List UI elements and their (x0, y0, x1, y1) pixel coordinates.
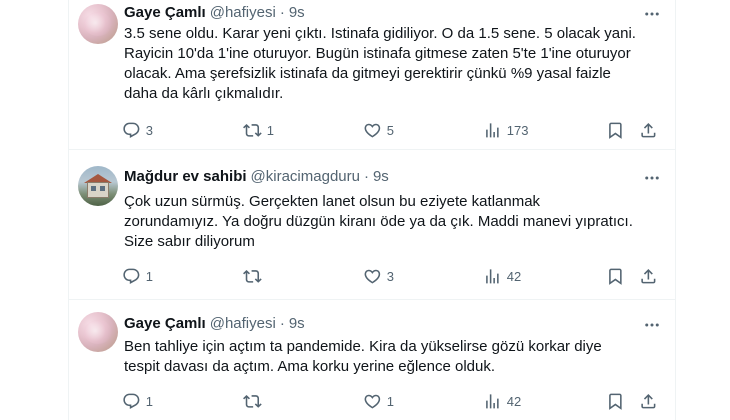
avatar[interactable] (78, 4, 118, 44)
reply-button[interactable]: 3 (122, 121, 153, 140)
like-button[interactable]: 5 (363, 121, 394, 140)
views-chart-icon (486, 123, 499, 138)
user-handle[interactable]: @kiracimagduru (251, 168, 360, 185)
tweet-header: Gaye Çamlı @hafiyesi · 9s (124, 4, 305, 21)
display-name[interactable]: Gaye Çamlı (124, 315, 206, 332)
bookmark-button[interactable] (606, 267, 625, 286)
tweet-actions: 1 1 42 (118, 392, 666, 412)
tweet-header: Mağdur ev sahibi @kiracimagduru · 9s (124, 168, 389, 185)
more-icon[interactable] (642, 315, 662, 335)
reply-icon (123, 122, 140, 138)
retweet-button[interactable] (243, 267, 267, 286)
user-handle[interactable]: @hafiyesi (210, 315, 276, 332)
reply-icon (123, 268, 140, 284)
bookmark-button[interactable] (606, 121, 625, 140)
tweet-actions: 1 3 42 (118, 267, 666, 287)
reply-count: 3 (145, 122, 153, 138)
tweet-actions: 3 1 5 173 (118, 121, 666, 141)
retweet-button[interactable]: 1 (243, 121, 274, 140)
house-window (100, 186, 105, 191)
avatar[interactable] (78, 166, 118, 206)
tweet[interactable]: Gaye Çamlı @hafiyesi · 9s Ben tahliye iç… (68, 300, 676, 420)
tweet-text-line: zorundamıyız. Ya doğru düzgün kiranı öde… (124, 213, 633, 230)
bookmark-icon (609, 122, 622, 139)
share-icon (641, 269, 656, 284)
tweet-header: Gaye Çamlı @hafiyesi · 9s (124, 315, 305, 332)
tweet-text-line: Ben tahliye için açtım ta pandemide. Kir… (124, 338, 602, 355)
views-count: 173 (506, 122, 529, 138)
tweet-text-line: Çok uzun sürmüş. Gerçekten lanet olsun b… (124, 193, 541, 210)
display-name[interactable]: Gaye Çamlı (124, 4, 206, 21)
user-handle[interactable]: @hafiyesi (210, 4, 276, 21)
timestamp[interactable]: 9s (289, 315, 305, 332)
like-button[interactable]: 1 (363, 392, 394, 411)
retweet-button[interactable] (243, 392, 267, 411)
share-icon (641, 394, 656, 409)
tweet-text-line: olacak. Ama şerefsizlik istinafa da gitm… (124, 65, 611, 82)
heart-icon (364, 269, 381, 284)
display-name[interactable]: Mağdur ev sahibi (124, 168, 247, 185)
bookmark-icon (609, 393, 622, 410)
like-count: 1 (386, 393, 394, 409)
share-button[interactable] (639, 267, 658, 286)
views-chart-icon (486, 394, 499, 409)
share-button[interactable] (639, 392, 658, 411)
separator-dot: · (279, 4, 285, 21)
views-button[interactable]: 42 (483, 392, 521, 411)
timestamp[interactable]: 9s (373, 168, 389, 185)
tweet-text-line: 3.5 sene oldu. Karar yeni çıktı. Istinaf… (124, 25, 636, 42)
share-button[interactable] (639, 121, 658, 140)
avatar[interactable] (78, 312, 118, 352)
retweet-icon (243, 124, 262, 137)
reply-count: 1 (145, 268, 153, 284)
reply-icon (123, 393, 140, 409)
tweet-text: 3.5 sene oldu. Karar yeni çıktı. Istinaf… (124, 24, 664, 104)
more-icon[interactable] (642, 4, 662, 24)
tweet-text-line: Size sabır diliyorum (124, 233, 255, 250)
separator-dot: · (363, 168, 369, 185)
views-count: 42 (506, 393, 522, 409)
tweet-text: Ben tahliye için açtım ta pandemide. Kir… (124, 337, 664, 377)
tweet-text-line: Rayicin 10'da 1'ine oturuyor. Bugün isti… (124, 45, 631, 62)
house-window (91, 186, 96, 191)
tweet[interactable]: Gaye Çamlı @hafiyesi · 9s 3.5 sene oldu.… (68, 0, 676, 150)
separator-dot: · (279, 315, 285, 332)
bookmark-button[interactable] (606, 392, 625, 411)
tweet-text-line: tespit davası da açtım. Ama korku yerine… (124, 358, 496, 375)
more-icon[interactable] (642, 168, 662, 188)
retweet-count: 1 (266, 122, 274, 138)
timestamp[interactable]: 9s (289, 4, 305, 21)
tweet[interactable]: Mağdur ev sahibi @kiracimagduru · 9s Çok… (68, 150, 676, 300)
retweet-icon (243, 395, 262, 408)
like-count: 5 (386, 122, 394, 138)
heart-icon (364, 394, 381, 409)
like-count: 3 (386, 268, 394, 284)
views-button[interactable]: 173 (483, 121, 528, 140)
reply-button[interactable]: 1 (122, 267, 153, 286)
share-icon (641, 123, 656, 138)
tweet-text: Çok uzun sürmüş. Gerçekten lanet olsun b… (124, 192, 664, 252)
views-button[interactable]: 42 (483, 267, 521, 286)
like-button[interactable]: 3 (363, 267, 394, 286)
views-chart-icon (486, 269, 499, 284)
heart-icon (364, 123, 381, 138)
bookmark-icon (609, 268, 622, 285)
reply-count: 1 (145, 393, 153, 409)
tweet-text-line: daha da kârlı çıkmalıdır. (124, 85, 284, 102)
retweet-icon (243, 270, 262, 283)
reply-button[interactable]: 1 (122, 392, 153, 411)
views-count: 42 (506, 268, 522, 284)
